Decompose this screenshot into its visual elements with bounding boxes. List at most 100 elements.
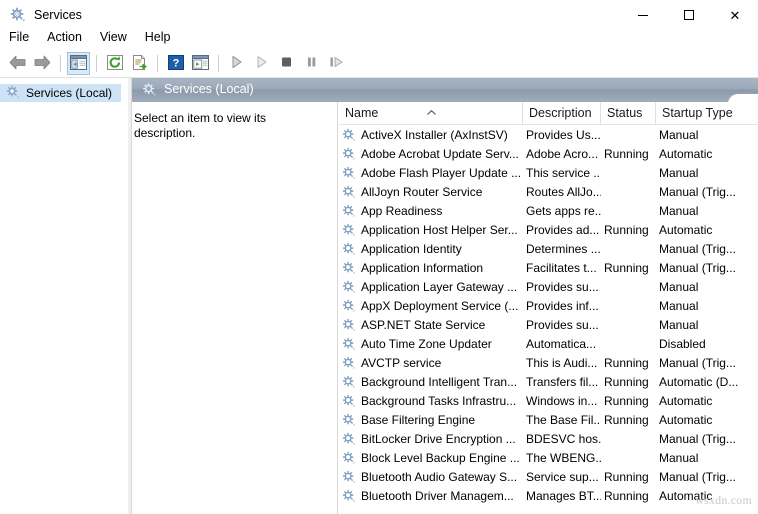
column-header-name-label: Name	[345, 106, 379, 120]
services-gear-icon	[342, 394, 356, 408]
table-row[interactable]: Auto Time Zone Updater Automatica... Disab…	[339, 334, 758, 353]
forward-button[interactable]	[31, 52, 54, 75]
service-description-cell: Service sup...	[526, 469, 599, 484]
service-name-label: BitLocker Drive Encryption ...	[361, 431, 516, 446]
service-status-cell: Running	[604, 488, 649, 503]
service-description-cell: Windows in...	[526, 393, 598, 408]
table-row[interactable]: Bluetooth Audio Gateway S... Service sup.…	[339, 467, 758, 486]
menu-bar: File Action View Help	[0, 26, 758, 48]
service-status-cell: Running	[604, 374, 649, 389]
toolbar-separator	[60, 55, 61, 72]
menu-item-view[interactable]: View	[91, 28, 136, 46]
watermark: wsxdn.com	[695, 493, 752, 507]
table-row[interactable]: ASP.NET State Service Provides su... Manua…	[339, 315, 758, 334]
service-name-cell: Application Layer Gateway ...	[339, 280, 523, 294]
services-gear-icon	[6, 85, 20, 102]
service-status-cell: Running	[604, 412, 649, 427]
start-service-button[interactable]	[225, 52, 248, 75]
service-name-label: App Readiness	[361, 203, 443, 218]
service-startup-type-cell: Manual (Trig...	[659, 260, 736, 275]
menu-item-help[interactable]: Help	[136, 28, 180, 46]
service-startup-type-cell: Manual	[659, 165, 699, 180]
table-row[interactable]: Application Information Facilitates t... R…	[339, 258, 758, 277]
service-status-cell: Running	[604, 146, 649, 161]
service-name-label: Application Information	[361, 260, 484, 275]
show-hide-action-pane-button[interactable]	[189, 52, 212, 75]
service-name-cell: Application Host Helper Ser...	[339, 223, 523, 237]
show-hide-console-tree-button[interactable]	[67, 52, 90, 75]
service-name-label: Bluetooth Audio Gateway S...	[361, 469, 518, 484]
service-status-cell: Running	[604, 260, 649, 275]
table-row[interactable]: ActiveX Installer (AxInstSV) Provides Us.…	[339, 125, 758, 144]
menu-item-action[interactable]: Action	[38, 28, 91, 46]
services-gear-icon	[342, 204, 356, 218]
table-row[interactable]: Adobe Flash Player Update ... This servic…	[339, 163, 758, 182]
service-startup-type-cell: Automatic	[659, 222, 713, 237]
services-list: Name Description Status Startup Type Act…	[339, 102, 758, 514]
menu-item-file[interactable]: File	[0, 28, 38, 46]
service-name-label: Adobe Flash Player Update ...	[361, 165, 522, 180]
table-row[interactable]: AVCTP service This is Audi... Running Manua…	[339, 353, 758, 372]
table-row[interactable]: Base Filtering Engine The Base Fil... Runn…	[339, 410, 758, 429]
service-name-cell: AllJoyn Router Service	[339, 185, 523, 199]
service-description-panel: Select an item to view its description.	[132, 102, 338, 514]
table-row[interactable]: Application Identity Determines ... Manual…	[339, 239, 758, 258]
refresh-button[interactable]	[103, 52, 126, 75]
service-description-cell: Transfers fil...	[526, 374, 599, 389]
column-header-name[interactable]: Name	[339, 102, 523, 125]
service-description-cell: Gets apps re...	[526, 203, 601, 218]
resume-service-button[interactable]	[250, 52, 273, 75]
start-service-icon	[230, 55, 243, 72]
service-startup-type-cell: Manual	[659, 127, 699, 142]
restart-service-button[interactable]	[325, 52, 348, 75]
service-description-cell: The Base Fil...	[526, 412, 601, 427]
service-name-cell: AppX Deployment Service (...	[339, 299, 523, 313]
service-name-label: Block Level Backup Engine ...	[361, 450, 520, 465]
service-name-cell: Auto Time Zone Updater	[339, 337, 523, 351]
stop-service-button[interactable]	[275, 52, 298, 75]
service-name-cell: Background Tasks Infrastru...	[339, 394, 523, 408]
table-row[interactable]: Background Tasks Infrastru... Windows in.…	[339, 391, 758, 410]
service-name-label: Base Filtering Engine	[361, 412, 476, 427]
services-gear-icon	[342, 318, 356, 332]
table-row[interactable]: Application Host Helper Ser... Provides a…	[339, 220, 758, 239]
service-description-cell: Routes AllJo...	[526, 184, 601, 199]
toolbar-separator	[218, 55, 219, 72]
table-row[interactable]: Background Intelligent Tran... Transfers …	[339, 372, 758, 391]
service-name-label: Bluetooth Driver Managem...	[361, 488, 514, 503]
column-header-startup-type[interactable]: Startup Type	[656, 102, 756, 125]
service-startup-type-cell: Manual	[659, 450, 699, 465]
services-gear-icon	[342, 337, 356, 351]
services-gear-icon	[342, 375, 356, 389]
toolbar: ?	[0, 50, 758, 78]
column-header-status[interactable]: Status	[601, 102, 656, 125]
sidebar-item-services-local[interactable]: Services (Local)	[0, 84, 121, 102]
service-description-cell: The WBENG...	[526, 450, 601, 465]
table-row[interactable]: AppX Deployment Service (... Provides inf…	[339, 296, 758, 315]
back-button[interactable]	[6, 52, 29, 75]
service-name-cell: Base Filtering Engine	[339, 413, 523, 427]
table-row[interactable]: App Readiness Gets apps re... Manual	[339, 201, 758, 220]
service-name-label: Background Intelligent Tran...	[361, 374, 518, 389]
service-startup-type-cell: Manual (Trig...	[659, 355, 736, 370]
table-row[interactable]: Application Layer Gateway ... Provides su…	[339, 277, 758, 296]
service-description-cell: Provides Us...	[526, 127, 601, 142]
table-row[interactable]: Adobe Acrobat Update Serv... Adobe Acro..…	[339, 144, 758, 163]
table-row[interactable]: AllJoyn Router Service Routes AllJo... Man…	[339, 182, 758, 201]
table-row[interactable]: Block Level Backup Engine ... The WBENG..…	[339, 448, 758, 467]
pause-service-button[interactable]	[300, 52, 323, 75]
services-gear-icon	[342, 261, 356, 275]
service-name-label: Application Layer Gateway ...	[361, 279, 518, 294]
service-status-cell: Running	[604, 355, 649, 370]
help-button[interactable]: ?	[164, 52, 187, 75]
export-list-button[interactable]	[128, 52, 151, 75]
service-name-cell: Adobe Acrobat Update Serv...	[339, 147, 523, 161]
table-row[interactable]: BitLocker Drive Encryption ... BDESVC hos…	[339, 429, 758, 448]
service-name-cell: AVCTP service	[339, 356, 523, 370]
column-header-description[interactable]: Description	[523, 102, 601, 125]
service-name-label: AppX Deployment Service (...	[361, 298, 519, 313]
service-startup-type-cell: Manual (Trig...	[659, 184, 736, 199]
list-header-row: Name Description Status Startup Type	[339, 102, 758, 125]
sort-ascending-icon	[427, 104, 436, 115]
export-list-icon	[132, 54, 148, 73]
